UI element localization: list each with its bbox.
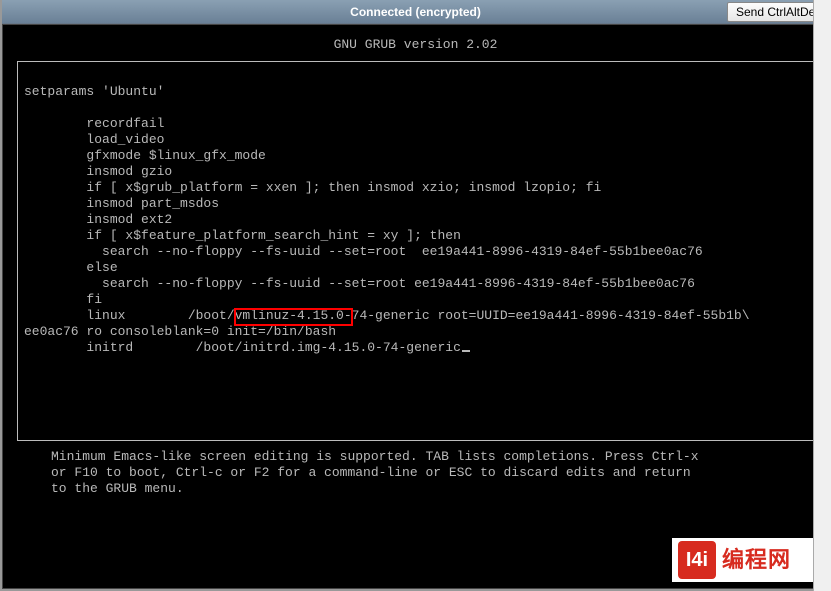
grub-line: load_video	[24, 132, 164, 147]
grub-help-text: Minimum Emacs-like screen editing is sup…	[13, 449, 818, 497]
connection-status: Connected (encrypted)	[350, 5, 481, 19]
text-cursor	[462, 350, 470, 352]
grub-line: insmod gzio	[24, 164, 172, 179]
grub-line: linux /boot/vmlinuz-4.15.0-74-generic ro…	[24, 308, 750, 323]
watermark-text: 编程网	[722, 552, 791, 568]
grub-line: if [ x$grub_platform = xxen ]; then insm…	[24, 180, 601, 195]
grub-header: GNU GRUB version 2.02	[13, 31, 818, 59]
grub-line: if [ x$feature_platform_search_hint = xy…	[24, 228, 461, 243]
vertical-scrollbar[interactable]	[813, 0, 831, 591]
grub-line: gfxmode $linux_gfx_mode	[24, 148, 266, 163]
watermark: I4i 编程网	[672, 538, 822, 582]
grub-line: insmod part_msdos	[24, 196, 219, 211]
console-screen[interactable]: GNU GRUB version 2.02 setparams 'Ubuntu'…	[2, 24, 829, 589]
watermark-logo-icon: I4i	[678, 541, 716, 579]
grub-line: initrd /boot/initrd.img-4.15.0-74-generi…	[24, 340, 461, 355]
grub-line: insmod ext2	[24, 212, 172, 227]
grub-line: fi	[24, 292, 102, 307]
grub-line: search --no-floppy --fs-uuid --set=root …	[24, 276, 695, 291]
grub-line: ee0ac76 ro consoleblank=0 init=/bin/bash	[24, 324, 336, 339]
grub-line: setparams 'Ubuntu'	[24, 84, 164, 99]
grub-line: recordfail	[24, 116, 164, 131]
grub-line: search --no-floppy --fs-uuid --set=root …	[24, 244, 703, 259]
grub-edit-box[interactable]: setparams 'Ubuntu' recordfail load_video…	[17, 61, 814, 441]
vnc-window: Connected (encrypted) Send CtrlAltDel GN…	[0, 0, 831, 591]
titlebar: Connected (encrypted) Send CtrlAltDel	[2, 0, 829, 24]
send-ctrl-alt-del-label: Send CtrlAltDel	[736, 5, 818, 19]
grub-line: else	[24, 260, 118, 275]
send-ctrl-alt-del-button[interactable]: Send CtrlAltDel	[727, 2, 827, 22]
